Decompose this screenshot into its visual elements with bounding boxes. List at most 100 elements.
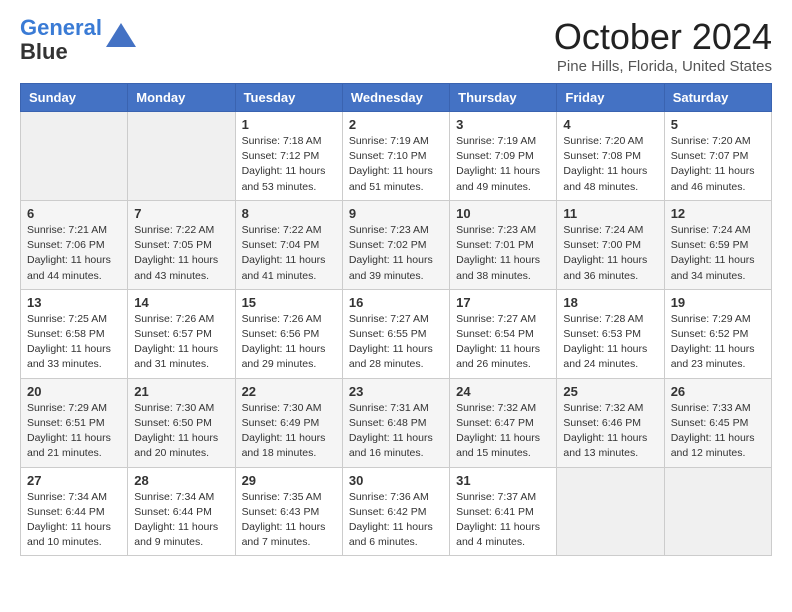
logo-text: GeneralBlue — [20, 16, 102, 64]
calendar-cell: 11 Sunrise: 7:24 AMSunset: 7:00 PMDayligh… — [557, 200, 664, 289]
day-number: 26 — [671, 384, 765, 399]
day-detail: Sunrise: 7:22 AMSunset: 7:05 PMDaylight:… — [134, 223, 228, 284]
calendar-cell: 7Sunrise: 7:22 AMSunset: 7:05 PMDaylight… — [128, 200, 235, 289]
calendar-cell — [664, 467, 771, 556]
calendar-cell: 9 Sunrise: 7:23 AMSunset: 7:02 PMDaylight… — [342, 200, 449, 289]
logo: GeneralBlue — [20, 16, 136, 64]
day-number: 8 — [242, 206, 336, 221]
day-detail: Sunrise: 7:30 AMSunset: 6:50 PMDaylight:… — [134, 401, 228, 462]
calendar-cell: 25 Sunrise: 7:32 AMSunset: 6:46 PMDayligh… — [557, 378, 664, 467]
day-detail: Sunrise: 7:31 AMSunset: 6:48 PMDaylight:… — [349, 401, 443, 462]
col-header-monday: Monday — [128, 84, 235, 112]
day-detail: Sunrise: 7:33 AMSunset: 6:45 PMDaylight:… — [671, 401, 765, 462]
calendar-cell: 24Sunrise: 7:32 AMSunset: 6:47 PMDayligh… — [450, 378, 557, 467]
calendar-cell: 6Sunrise: 7:21 AMSunset: 7:06 PMDaylight… — [21, 200, 128, 289]
day-number: 18 — [563, 295, 657, 310]
day-number: 25 — [563, 384, 657, 399]
day-number: 3 — [456, 117, 550, 132]
day-detail: Sunrise: 7:20 AMSunset: 7:07 PMDaylight:… — [671, 134, 765, 195]
day-number: 17 — [456, 295, 550, 310]
calendar-week-3: 13 Sunrise: 7:25 AMSunset: 6:58 PMDayligh… — [21, 289, 772, 378]
calendar-cell: 2 Sunrise: 7:19 AMSunset: 7:10 PMDaylight… — [342, 112, 449, 201]
day-detail: Sunrise: 7:27 AMSunset: 6:54 PMDaylight:… — [456, 312, 550, 373]
day-detail: Sunrise: 7:32 AMSunset: 6:46 PMDaylight:… — [563, 401, 657, 462]
calendar-cell: 14Sunrise: 7:26 AMSunset: 6:57 PMDayligh… — [128, 289, 235, 378]
calendar-cell: 13 Sunrise: 7:25 AMSunset: 6:58 PMDayligh… — [21, 289, 128, 378]
day-detail: Sunrise: 7:27 AMSunset: 6:55 PMDaylight:… — [349, 312, 443, 373]
day-number: 16 — [349, 295, 443, 310]
day-number: 11 — [563, 206, 657, 221]
calendar-cell: 17 Sunrise: 7:27 AMSunset: 6:54 PMDayligh… — [450, 289, 557, 378]
day-detail: Sunrise: 7:26 AMSunset: 6:57 PMDaylight:… — [134, 312, 228, 373]
col-header-wednesday: Wednesday — [342, 84, 449, 112]
day-number: 23 — [349, 384, 443, 399]
day-number: 19 — [671, 295, 765, 310]
day-detail: Sunrise: 7:35 AMSunset: 6:43 PMDaylight:… — [242, 490, 336, 551]
calendar-cell: 20Sunrise: 7:29 AMSunset: 6:51 PMDayligh… — [21, 378, 128, 467]
page: GeneralBlue October 2024 Pine Hills, Flo… — [0, 0, 792, 576]
day-detail: Sunrise: 7:19 AMSunset: 7:09 PMDaylight:… — [456, 134, 550, 195]
day-detail: Sunrise: 7:36 AMSunset: 6:42 PMDaylight:… — [349, 490, 443, 551]
day-number: 13 — [27, 295, 121, 310]
page-title: October 2024 — [554, 16, 772, 58]
calendar-cell: 28 Sunrise: 7:34 AMSunset: 6:44 PMDayligh… — [128, 467, 235, 556]
day-detail: Sunrise: 7:28 AMSunset: 6:53 PMDaylight:… — [563, 312, 657, 373]
logo-icon — [106, 23, 136, 47]
calendar-cell: 12 Sunrise: 7:24 AMSunset: 6:59 PMDayligh… — [664, 200, 771, 289]
day-number: 6 — [27, 206, 121, 221]
header: GeneralBlue October 2024 Pine Hills, Flo… — [20, 16, 772, 75]
day-number: 12 — [671, 206, 765, 221]
day-detail: Sunrise: 7:26 AMSunset: 6:56 PMDaylight:… — [242, 312, 336, 373]
day-number: 2 — [349, 117, 443, 132]
calendar-week-2: 6Sunrise: 7:21 AMSunset: 7:06 PMDaylight… — [21, 200, 772, 289]
day-number: 5 — [671, 117, 765, 132]
calendar-cell: 21 Sunrise: 7:30 AMSunset: 6:50 PMDayligh… — [128, 378, 235, 467]
day-detail: Sunrise: 7:34 AMSunset: 6:44 PMDaylight:… — [27, 490, 121, 551]
day-number: 9 — [349, 206, 443, 221]
day-number: 29 — [242, 473, 336, 488]
calendar-cell: 10Sunrise: 7:23 AMSunset: 7:01 PMDayligh… — [450, 200, 557, 289]
calendar-cell: 22Sunrise: 7:30 AMSunset: 6:49 PMDayligh… — [235, 378, 342, 467]
day-detail: Sunrise: 7:24 AMSunset: 7:00 PMDaylight:… — [563, 223, 657, 284]
calendar-cell: 1 Sunrise: 7:18 AMSunset: 7:12 PMDaylight… — [235, 112, 342, 201]
day-number: 10 — [456, 206, 550, 221]
calendar-week-1: 1 Sunrise: 7:18 AMSunset: 7:12 PMDaylight… — [21, 112, 772, 201]
calendar-header-row: SundayMondayTuesdayWednesdayThursdayFrid… — [21, 84, 772, 112]
calendar-cell: 8Sunrise: 7:22 AMSunset: 7:04 PMDaylight… — [235, 200, 342, 289]
day-detail: Sunrise: 7:30 AMSunset: 6:49 PMDaylight:… — [242, 401, 336, 462]
calendar-cell: 5 Sunrise: 7:20 AMSunset: 7:07 PMDaylight… — [664, 112, 771, 201]
day-number: 21 — [134, 384, 228, 399]
day-number: 30 — [349, 473, 443, 488]
calendar-cell: 31Sunrise: 7:37 AMSunset: 6:41 PMDayligh… — [450, 467, 557, 556]
day-number: 28 — [134, 473, 228, 488]
calendar-cell — [21, 112, 128, 201]
day-number: 20 — [27, 384, 121, 399]
day-detail: Sunrise: 7:25 AMSunset: 6:58 PMDaylight:… — [27, 312, 121, 373]
day-detail: Sunrise: 7:34 AMSunset: 6:44 PMDaylight:… — [134, 490, 228, 551]
day-detail: Sunrise: 7:24 AMSunset: 6:59 PMDaylight:… — [671, 223, 765, 284]
page-subtitle: Pine Hills, Florida, United States — [554, 58, 772, 75]
day-detail: Sunrise: 7:29 AMSunset: 6:52 PMDaylight:… — [671, 312, 765, 373]
day-number: 15 — [242, 295, 336, 310]
calendar-cell: 29 Sunrise: 7:35 AMSunset: 6:43 PMDayligh… — [235, 467, 342, 556]
col-header-saturday: Saturday — [664, 84, 771, 112]
day-number: 1 — [242, 117, 336, 132]
calendar-cell: 27 Sunrise: 7:34 AMSunset: 6:44 PMDayligh… — [21, 467, 128, 556]
calendar-cell: 3 Sunrise: 7:19 AMSunset: 7:09 PMDaylight… — [450, 112, 557, 201]
calendar-cell: 15 Sunrise: 7:26 AMSunset: 6:56 PMDayligh… — [235, 289, 342, 378]
day-detail: Sunrise: 7:19 AMSunset: 7:10 PMDaylight:… — [349, 134, 443, 195]
calendar-cell: 30 Sunrise: 7:36 AMSunset: 6:42 PMDayligh… — [342, 467, 449, 556]
day-number: 4 — [563, 117, 657, 132]
title-block: October 2024 Pine Hills, Florida, United… — [554, 16, 772, 75]
col-header-thursday: Thursday — [450, 84, 557, 112]
col-header-tuesday: Tuesday — [235, 84, 342, 112]
col-header-friday: Friday — [557, 84, 664, 112]
calendar-week-5: 27 Sunrise: 7:34 AMSunset: 6:44 PMDayligh… — [21, 467, 772, 556]
day-detail: Sunrise: 7:18 AMSunset: 7:12 PMDaylight:… — [242, 134, 336, 195]
day-detail: Sunrise: 7:20 AMSunset: 7:08 PMDaylight:… — [563, 134, 657, 195]
calendar-cell: 16 Sunrise: 7:27 AMSunset: 6:55 PMDayligh… — [342, 289, 449, 378]
day-detail: Sunrise: 7:23 AMSunset: 7:02 PMDaylight:… — [349, 223, 443, 284]
day-number: 27 — [27, 473, 121, 488]
day-number: 24 — [456, 384, 550, 399]
day-number: 31 — [456, 473, 550, 488]
